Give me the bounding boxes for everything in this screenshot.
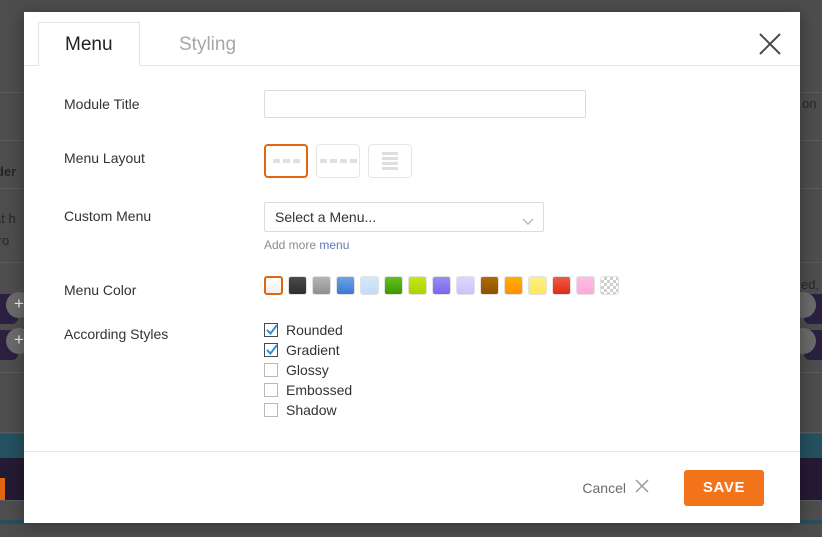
stack-bar xyxy=(382,167,398,170)
color-swatch-red[interactable] xyxy=(552,276,571,295)
close-icon[interactable] xyxy=(756,30,784,58)
backdrop-text-fragment: ed, xyxy=(801,277,820,292)
backdrop-band xyxy=(800,458,822,500)
field-menu-layout: Menu Layout xyxy=(24,144,800,178)
tab-styling[interactable]: Styling xyxy=(152,22,263,66)
backdrop-band xyxy=(800,434,822,458)
dash xyxy=(339,159,347,163)
checkbox-label-gradient: Gradient xyxy=(286,341,340,358)
checkbox-embossed[interactable] xyxy=(264,382,278,397)
field-according-styles: According Styles Rounded Gradient Glossy… xyxy=(24,320,800,419)
backdrop-band xyxy=(800,520,822,524)
color-swatch-lime[interactable] xyxy=(408,276,427,295)
color-swatch-pink[interactable] xyxy=(576,276,595,295)
field-control-according-styles: Rounded Gradient Glossy Embossed Shadow xyxy=(264,320,800,419)
dash xyxy=(329,159,337,163)
field-control-menu-color xyxy=(264,276,800,295)
menu-layout-picker xyxy=(264,144,800,178)
checkbox-item-glossy[interactable]: Glossy xyxy=(264,360,800,379)
checkbox-rounded[interactable] xyxy=(264,322,278,337)
color-swatch-transparent[interactable] xyxy=(600,276,619,295)
custom-menu-selected-value: Select a Menu... xyxy=(275,209,377,225)
color-swatch-green[interactable] xyxy=(384,276,403,295)
dash-row xyxy=(319,159,357,163)
three-dash-layout-icon[interactable] xyxy=(264,144,308,178)
dash xyxy=(319,159,327,163)
chevron-down-icon xyxy=(522,213,534,231)
color-swatch-lavender[interactable] xyxy=(456,276,475,295)
color-swatch-orange[interactable] xyxy=(504,276,523,295)
backdrop-text-fragment: at h xyxy=(0,211,16,226)
checkbox-glossy[interactable] xyxy=(264,362,278,377)
modal-footer: Cancel SAVE xyxy=(24,451,800,523)
backdrop-text-fragment: fro xyxy=(0,233,10,248)
add-more-prefix: Add more xyxy=(264,238,320,252)
field-control-custom-menu: Select a Menu... Add more menu xyxy=(264,202,800,252)
field-label-menu-color: Menu Color xyxy=(64,282,137,298)
add-more-menu-link[interactable]: menu xyxy=(319,238,349,252)
cancel-button[interactable]: Cancel xyxy=(582,478,650,497)
dash xyxy=(282,159,290,163)
field-module-title: Module Title xyxy=(24,90,800,118)
tab-menu[interactable]: Menu xyxy=(38,22,140,66)
save-button[interactable]: SAVE xyxy=(684,469,764,506)
color-swatch-gray[interactable] xyxy=(312,276,331,295)
stack-bar xyxy=(382,162,398,165)
backdrop-band xyxy=(0,520,24,524)
field-label-module-title: Module Title xyxy=(64,96,140,112)
color-swatch-white[interactable] xyxy=(264,276,283,295)
backdrop-accent-bar xyxy=(0,478,5,500)
settings-modal: Menu Styling Module Title Menu Layout Cu… xyxy=(24,12,800,523)
color-swatch-brown[interactable] xyxy=(480,276,499,295)
color-swatch-dark-gray[interactable] xyxy=(288,276,307,295)
field-label-according-styles: According Styles xyxy=(64,326,169,342)
cancel-button-label: Cancel xyxy=(582,479,626,496)
dash-row xyxy=(272,159,300,163)
checkbox-label-glossy: Glossy xyxy=(286,361,329,378)
checkbox-gradient[interactable] xyxy=(264,342,278,357)
field-menu-color: Menu Color xyxy=(24,276,800,298)
stack-bar xyxy=(382,152,398,155)
add-more-menu-text: Add more menu xyxy=(264,238,800,252)
checkbox-label-rounded: Rounded xyxy=(286,321,343,338)
field-control-module-title xyxy=(264,90,800,118)
checkbox-item-gradient[interactable]: Gradient xyxy=(264,340,800,359)
dash xyxy=(292,159,300,163)
backdrop-band xyxy=(0,434,24,458)
color-swatch-light-blue[interactable] xyxy=(360,276,379,295)
field-control-menu-layout xyxy=(264,144,800,178)
checkbox-label-embossed: Embossed xyxy=(286,381,353,398)
backdrop-text-fragment: on xyxy=(802,96,817,111)
modal-body: Module Title Menu Layout Custom Menu Sel… xyxy=(24,66,800,451)
modal-tabbar: Menu Styling xyxy=(24,12,800,66)
checkbox-item-embossed[interactable]: Embossed xyxy=(264,380,800,399)
stack-bar xyxy=(382,157,398,160)
field-label-custom-menu: Custom Menu xyxy=(64,208,152,224)
dash xyxy=(349,159,357,163)
checkbox-shadow[interactable] xyxy=(264,402,278,417)
stacked-bars-layout-icon[interactable] xyxy=(368,144,412,178)
checkbox-item-rounded[interactable]: Rounded xyxy=(264,320,800,339)
color-swatch-yellow[interactable] xyxy=(528,276,547,295)
module-title-input[interactable] xyxy=(264,90,586,118)
color-swatch-blue[interactable] xyxy=(336,276,355,295)
color-swatch-purple[interactable] xyxy=(432,276,451,295)
checkbox-item-shadow[interactable]: Shadow xyxy=(264,400,800,419)
close-icon xyxy=(634,478,650,497)
menu-color-swatches xyxy=(264,276,800,295)
according-styles-list: Rounded Gradient Glossy Embossed Shadow xyxy=(264,320,800,419)
checkbox-label-shadow: Shadow xyxy=(286,401,337,418)
field-label-menu-layout: Menu Layout xyxy=(64,150,145,166)
dash xyxy=(272,159,280,163)
custom-menu-select[interactable]: Select a Menu... xyxy=(264,202,544,232)
field-custom-menu: Custom Menu Select a Menu... Add more me… xyxy=(24,202,800,252)
backdrop-text-fragment: der xyxy=(0,164,17,179)
four-dash-layout-icon[interactable] xyxy=(316,144,360,178)
